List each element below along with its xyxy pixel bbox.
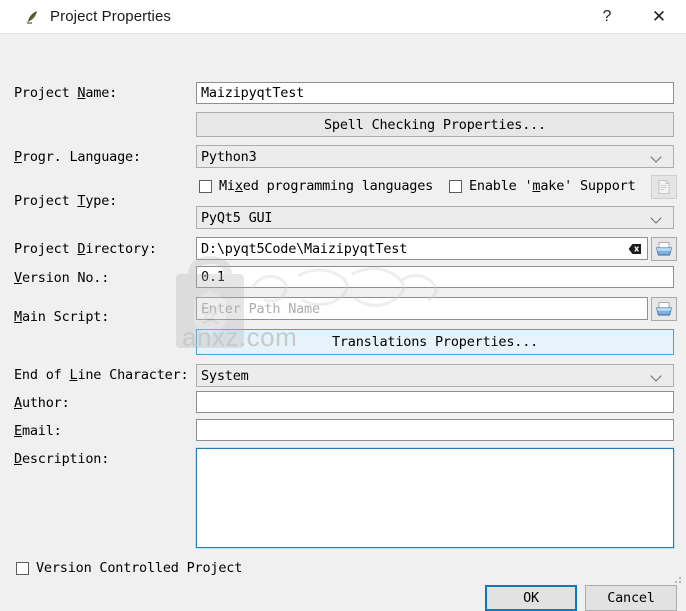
label-mnemonic: A bbox=[14, 395, 22, 411]
checkbox-box[interactable] bbox=[16, 561, 29, 575]
mixed-languages-checkbox[interactable]: Mixed programming languages bbox=[199, 178, 433, 194]
label-mnemonic: P bbox=[14, 149, 22, 165]
label-post: ine Character: bbox=[77, 367, 189, 383]
title-bar: Project Properties ? ✕ bbox=[0, 0, 686, 34]
project-type-value: PyQt5 GUI bbox=[201, 209, 273, 226]
label-post: ersion No.: bbox=[21, 270, 110, 286]
checkbox-box[interactable] bbox=[449, 179, 462, 193]
folder-icon bbox=[655, 302, 673, 316]
version-no-value: 0.1 bbox=[201, 269, 225, 285]
label-pre: Project bbox=[14, 85, 78, 101]
project-name-value: MaizipyqtTest bbox=[201, 85, 305, 101]
version-no-label: Version No.: bbox=[14, 270, 109, 286]
email-label: Email: bbox=[14, 423, 62, 439]
label-post: uthor: bbox=[21, 395, 70, 411]
ok-button[interactable]: OK bbox=[485, 585, 577, 611]
label-pre: Project bbox=[14, 193, 78, 209]
project-directory-input[interactable]: D:\pyqt5Code\MaizipyqtTest bbox=[196, 237, 648, 260]
label-mnemonic: V bbox=[14, 270, 22, 286]
label-post: ain Script: bbox=[21, 309, 110, 325]
label-post: mail: bbox=[21, 423, 62, 439]
label-pre: Mi bbox=[219, 178, 235, 194]
main-script-browse-button[interactable] bbox=[651, 297, 677, 321]
label-post: ame: bbox=[85, 85, 118, 101]
project-directory-label: Project Directory: bbox=[14, 241, 157, 257]
resize-grip[interactable] bbox=[671, 570, 683, 589]
window-title: Project Properties bbox=[50, 8, 172, 25]
translations-properties-button[interactable]: Translations Properties... bbox=[196, 329, 674, 355]
project-name-label: Project Name: bbox=[14, 85, 117, 101]
project-type-label: Project Type: bbox=[14, 193, 117, 209]
make-properties-button[interactable] bbox=[651, 175, 677, 199]
help-button[interactable]: ? bbox=[584, 0, 630, 33]
version-controlled-checkbox[interactable]: Version Controlled Project bbox=[16, 560, 242, 576]
author-label: Author: bbox=[14, 395, 70, 411]
label-pre: Enable ' bbox=[469, 178, 533, 194]
main-script-input[interactable]: Enter Path Name bbox=[196, 297, 648, 320]
author-input[interactable] bbox=[196, 391, 674, 413]
label-post: Version Controlled Project bbox=[36, 560, 243, 576]
end-of-line-combobox[interactable]: System bbox=[196, 364, 674, 387]
enable-make-checkbox[interactable]: Enable 'make' Support bbox=[449, 178, 636, 194]
label-post: ype: bbox=[85, 193, 118, 209]
project-directory-value: D:\pyqt5Code\MaizipyqtTest bbox=[201, 240, 408, 257]
label-pre: End of bbox=[14, 367, 70, 383]
project-directory-browse-button[interactable] bbox=[651, 237, 677, 261]
chevron-down-icon bbox=[651, 370, 663, 382]
close-button[interactable]: ✕ bbox=[636, 0, 682, 33]
checkbox-box[interactable] bbox=[199, 179, 212, 193]
label-mnemonic: x bbox=[234, 178, 243, 194]
end-of-line-label: End of Line Character: bbox=[14, 367, 189, 383]
progr-language-value: Python3 bbox=[201, 148, 257, 165]
chevron-down-icon bbox=[651, 212, 663, 224]
email-input[interactable] bbox=[196, 419, 674, 441]
version-no-input[interactable]: 0.1 bbox=[196, 266, 674, 288]
chevron-down-icon bbox=[651, 151, 663, 163]
cancel-button[interactable]: Cancel bbox=[585, 585, 677, 611]
label-post: ake' Support bbox=[540, 178, 636, 194]
label-post: ed programming languages bbox=[242, 178, 434, 194]
progr-language-label: Progr. Language: bbox=[14, 149, 141, 165]
folder-icon bbox=[655, 242, 673, 256]
label-mnemonic: E bbox=[14, 423, 22, 439]
end-of-line-value: System bbox=[201, 367, 249, 384]
progr-language-combobox[interactable]: Python3 bbox=[196, 145, 674, 168]
label-post: rogr. Language: bbox=[21, 149, 141, 165]
main-script-label: Main Script: bbox=[14, 309, 109, 325]
document-icon bbox=[658, 180, 670, 194]
description-textarea[interactable] bbox=[195, 447, 675, 549]
label-post: escription: bbox=[21, 451, 110, 467]
project-name-input[interactable]: MaizipyqtTest bbox=[196, 82, 674, 104]
clear-icon[interactable] bbox=[628, 243, 642, 255]
label-post: irectory: bbox=[85, 241, 157, 257]
label-mnemonic: D bbox=[14, 451, 22, 467]
main-script-placeholder: Enter Path Name bbox=[201, 300, 320, 317]
label-pre: Project bbox=[14, 241, 78, 257]
quill-icon bbox=[24, 9, 40, 25]
project-type-combobox[interactable]: PyQt5 GUI bbox=[196, 206, 674, 229]
project-properties-form: Project Name: MaizipyqtTest Spell Checki… bbox=[0, 34, 686, 611]
description-label: Description: bbox=[14, 451, 109, 467]
label-mnemonic: M bbox=[14, 309, 22, 325]
spell-checking-properties-button[interactable]: Spell Checking Properties... bbox=[196, 112, 674, 137]
